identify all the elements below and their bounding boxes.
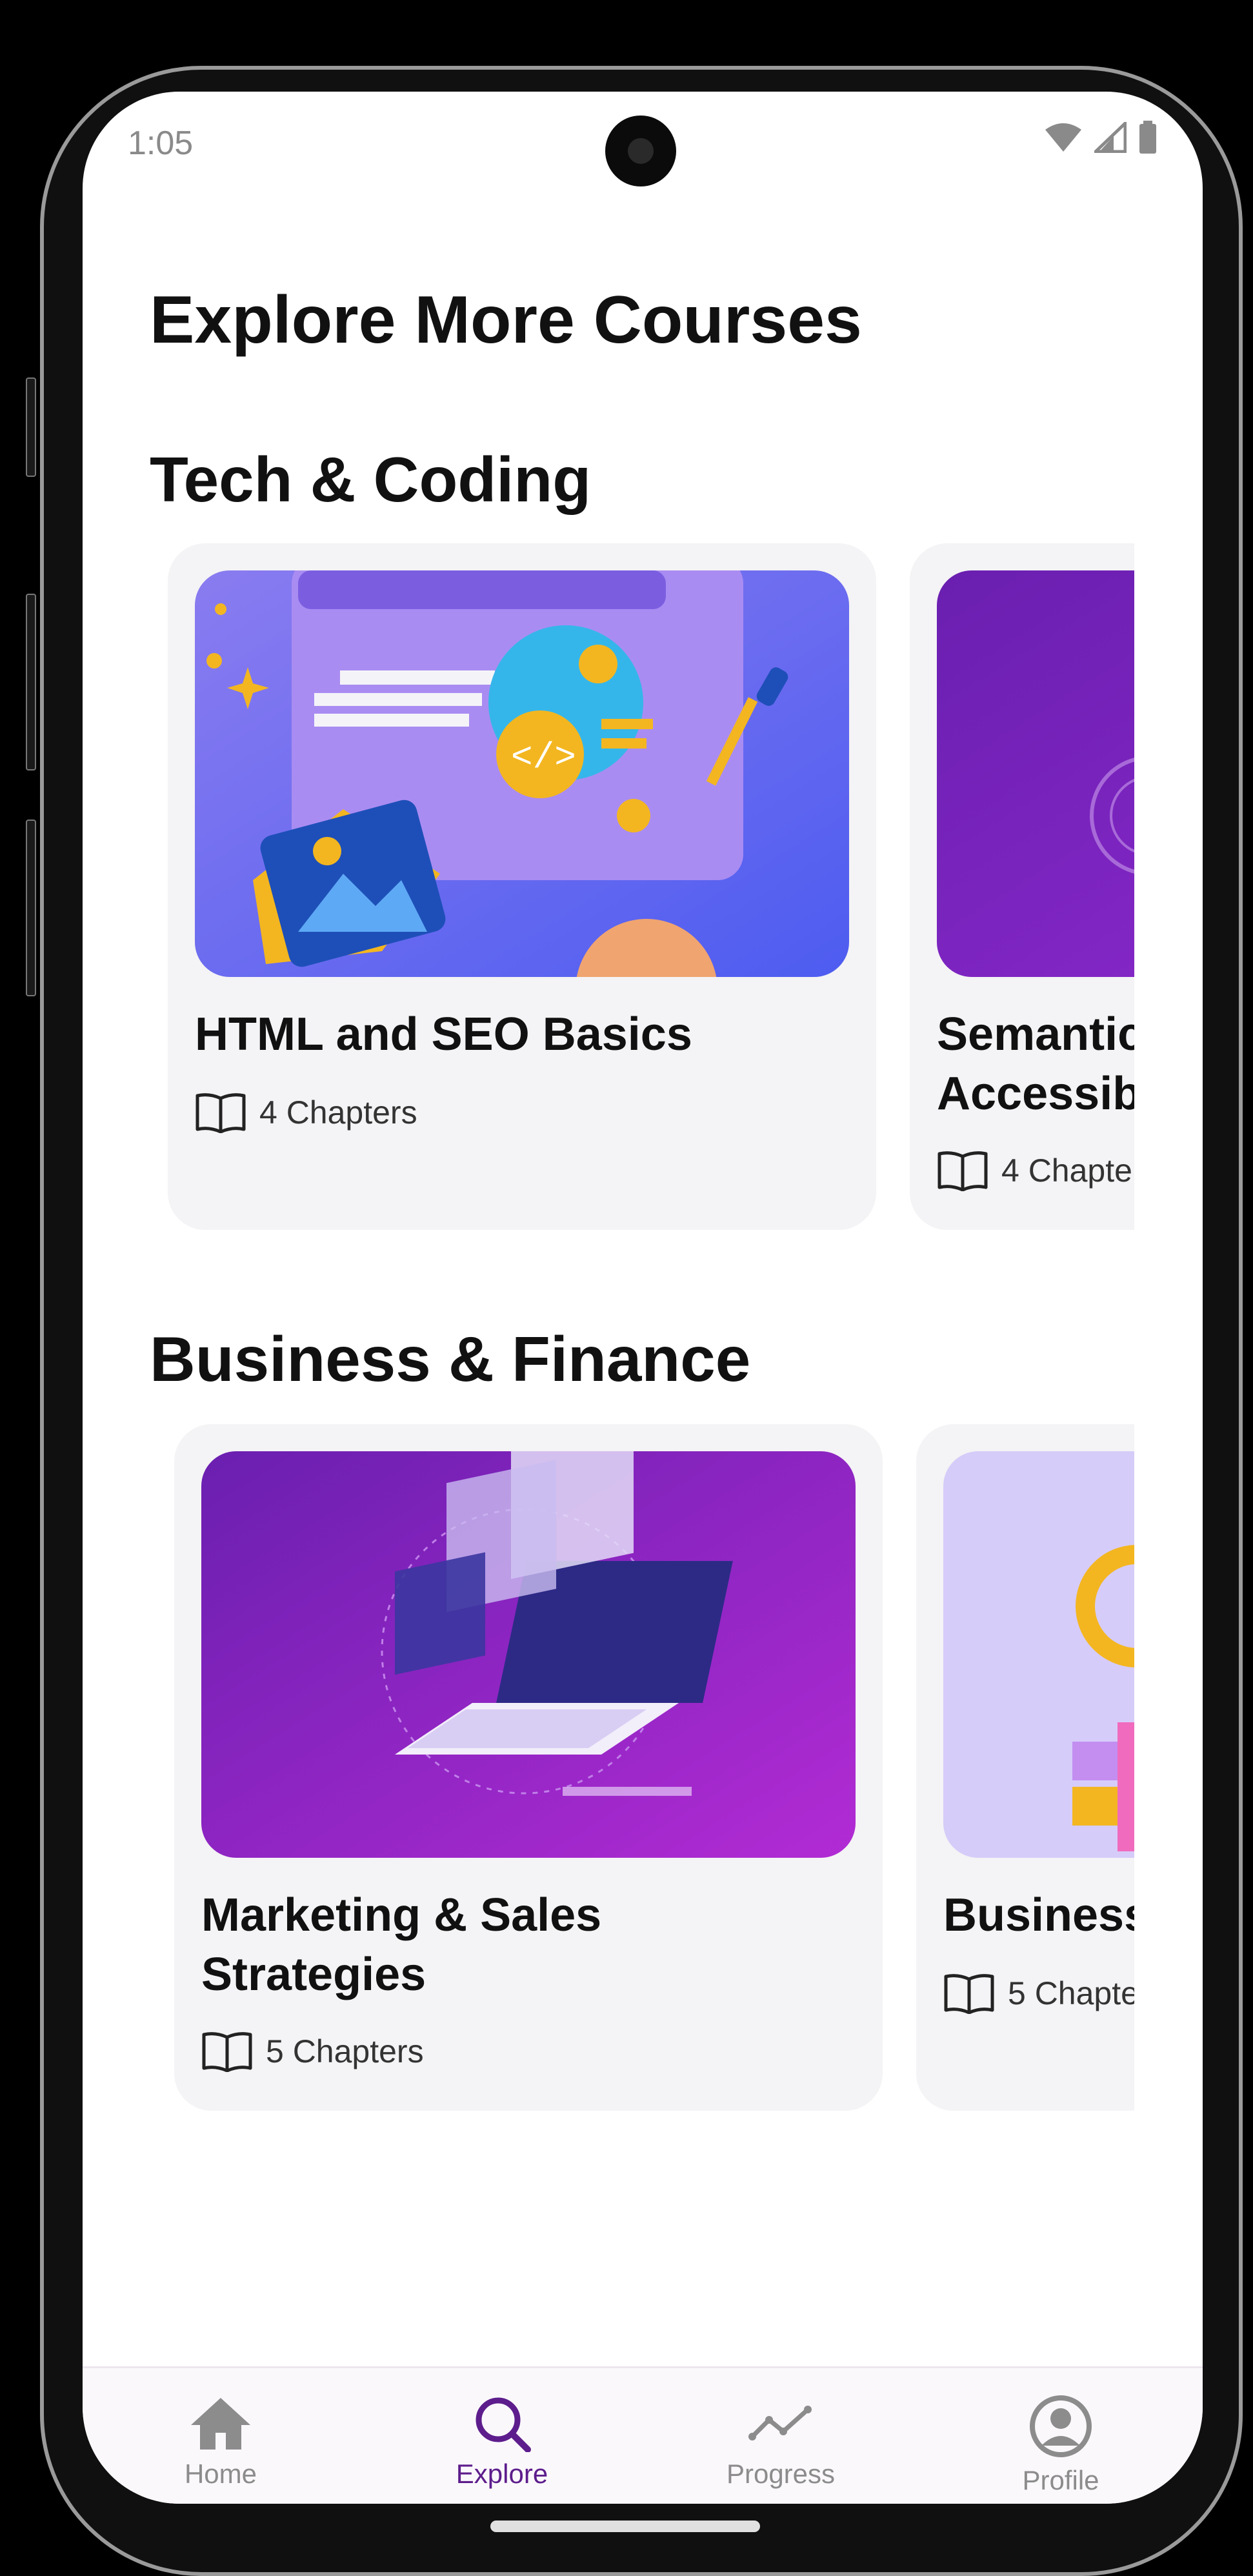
chapter-count-label: 5 Chapters	[1008, 1975, 1134, 2011]
nav-label-home: Home	[184, 2459, 257, 2489]
profile-icon	[1030, 2395, 1092, 2457]
course-thumbnail: </>	[195, 570, 849, 977]
chapter-count-label: 5 Chapters	[266, 2033, 424, 2069]
chapter-count: 4 Chapters	[195, 1092, 417, 1133]
section-title-business: Business & Finance	[150, 1323, 751, 1394]
course-card[interactable]: Semantic Accessib 4 Chapters	[910, 543, 1134, 1230]
course-title: HTML and SEO Basics	[195, 1009, 692, 1060]
course-thumbnail	[201, 1451, 856, 1858]
course-illustration-business	[943, 1451, 1134, 1858]
power-button	[26, 820, 36, 996]
page-title: Explore More Courses	[150, 283, 862, 357]
chapter-count-label: 4 Chapters	[259, 1094, 417, 1131]
course-illustration-semantic	[937, 570, 1134, 977]
nav-label-explore: Explore	[456, 2459, 548, 2489]
course-title: Business	[943, 1889, 1134, 1941]
course-card[interactable]: Business 5 Chapters	[916, 1424, 1134, 2111]
status-time: 1:05	[128, 125, 194, 162]
search-icon	[476, 2397, 531, 2452]
section-title-tech: Tech & Coding	[150, 444, 592, 515]
status-icons	[1044, 121, 1158, 154]
course-card[interactable]: </> HTML and SEO Basics 4 Chapters	[168, 543, 876, 1230]
app-screen: 1:05 Explore More Courses Tech & Coding	[83, 92, 1203, 2504]
course-thumbnail	[937, 570, 1134, 977]
chapter-count: 5 Chapters	[201, 2031, 424, 2072]
home-indicator[interactable]	[490, 2521, 760, 2532]
chapter-count: 4 Chapters	[937, 1150, 1134, 1191]
chapter-count-label: 4 Chapters	[1001, 1152, 1134, 1189]
book-open-icon	[937, 1151, 988, 1191]
chapter-count: 5 Chapters	[943, 1973, 1134, 2014]
course-illustration-html: </>	[195, 570, 849, 977]
wifi-icon	[1045, 123, 1081, 152]
volume-up-button	[26, 377, 36, 477]
book-open-icon	[202, 2032, 252, 2072]
book-open-icon	[195, 1093, 246, 1133]
battery-icon	[1139, 121, 1156, 154]
course-card[interactable]: Marketing & Sales Strategies 5 Chapters	[174, 1424, 883, 2111]
nav-label-profile: Profile	[1022, 2465, 1099, 2495]
volume-down-button	[26, 594, 36, 770]
svg-text:</>: </>	[511, 737, 576, 778]
nav-item-home[interactable]: Home	[137, 2394, 305, 2490]
course-title: Semantic Accessib	[937, 1009, 1134, 1120]
course-thumbnail	[943, 1451, 1134, 1858]
book-open-icon	[944, 1974, 994, 2014]
course-carousel-tech[interactable]: </> HTML and SEO Basics 4 Chapters Seman…	[83, 543, 1134, 1240]
nav-item-progress[interactable]: Progress	[697, 2394, 865, 2490]
course-title: Marketing & Sales Strategies	[201, 1889, 602, 2000]
nav-label-progress: Progress	[726, 2459, 836, 2489]
nav-item-explore[interactable]: Explore	[418, 2394, 586, 2490]
nav-item-profile[interactable]: Profile	[977, 2394, 1145, 2496]
signal-icon	[1094, 122, 1127, 153]
bottom-navigation: Home Explore Progress Profile	[83, 2366, 1203, 2504]
trend-icon	[748, 2406, 812, 2440]
course-carousel-business[interactable]: Marketing & Sales Strategies 5 Chapters …	[83, 1424, 1134, 2121]
course-illustration-marketing	[201, 1451, 856, 1858]
front-camera	[605, 116, 676, 186]
home-icon	[191, 2398, 250, 2450]
